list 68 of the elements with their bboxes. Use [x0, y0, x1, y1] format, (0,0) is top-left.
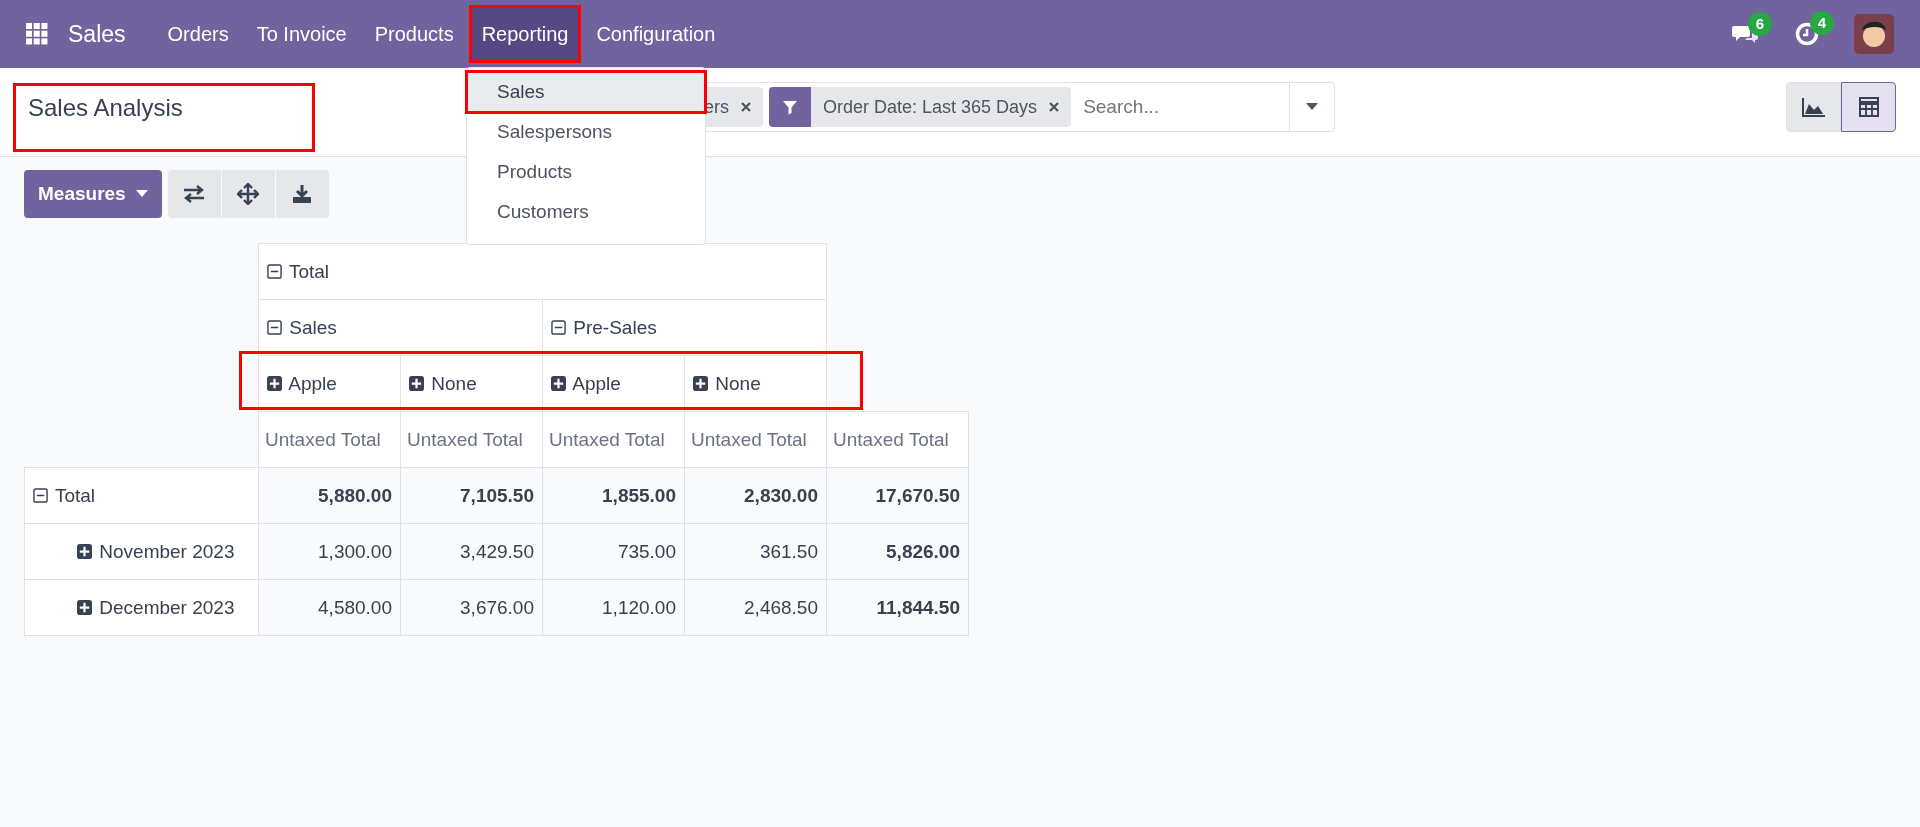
apps-grid-icon[interactable]: [26, 23, 48, 45]
page-title: Sales Analysis: [28, 94, 183, 121]
nav-menu-item[interactable]: To Invoice: [244, 6, 359, 62]
expand-all-button[interactable]: [221, 170, 275, 218]
clock-icon[interactable]: [1794, 21, 1820, 47]
remove-icon[interactable]: [741, 102, 751, 112]
table-cell: 2,468.50: [684, 579, 827, 636]
table-cell: 4,580.00: [258, 579, 401, 636]
expand-icon: [409, 375, 424, 391]
facet-label: Order Date: Last 365 Days: [823, 96, 1038, 118]
row-header[interactable]: November 2023: [24, 523, 259, 580]
measures-button[interactable]: Measures: [24, 170, 162, 218]
table-cell: 1,855.00: [542, 467, 685, 524]
dropdown-item[interactable]: Sales: [467, 72, 705, 112]
row-header[interactable]: Total: [24, 467, 259, 524]
table-cell: 5,826.00: [826, 523, 969, 580]
dropdown-item[interactable]: Salespersons: [467, 112, 705, 152]
filter-icon: [769, 87, 811, 127]
column-header[interactable]: Total: [258, 243, 827, 300]
table-grid-icon: [1857, 96, 1880, 118]
measure-header[interactable]: Untaxed Total: [542, 411, 685, 468]
notification-badge: 4: [1810, 11, 1834, 35]
table-cell: 2,830.00: [684, 467, 827, 524]
download-button[interactable]: [275, 170, 329, 218]
flip-axis-button[interactable]: [167, 170, 221, 218]
collapse-icon: [267, 263, 282, 279]
measure-header[interactable]: Untaxed Total: [258, 411, 401, 468]
nav-menu-item[interactable]: Products: [362, 6, 466, 62]
expand-icon: [693, 375, 708, 391]
nav-menu-item[interactable]: Orders: [155, 6, 241, 62]
table-cell: 3,429.50: [400, 523, 543, 580]
swap-arrows-icon: [183, 185, 206, 203]
caret-icon: [135, 190, 148, 198]
collapse-icon: [551, 319, 566, 335]
remove-icon[interactable]: [1049, 102, 1060, 112]
nav-menu-item[interactable]: Configuration: [584, 6, 728, 62]
measure-header[interactable]: Untaxed Total: [400, 411, 543, 468]
measure-header[interactable]: Untaxed Total: [684, 411, 827, 468]
table-cell: 1,300.00: [258, 523, 401, 580]
notification-badge: 6: [1748, 12, 1772, 36]
table-cell: 361.50: [684, 523, 827, 580]
pivot-view-button[interactable]: [1841, 82, 1896, 132]
area-chart-icon: [1801, 97, 1826, 117]
collapse-icon: [267, 319, 282, 335]
search-input[interactable]: Search...: [1077, 96, 1289, 118]
collapse-icon: [33, 487, 48, 503]
expand-icon: [551, 375, 566, 391]
download-icon: [292, 184, 313, 204]
row-header[interactable]: December 2023: [24, 579, 259, 636]
four-way-arrows-icon: [237, 183, 260, 205]
table-cell: 5,880.00: [258, 467, 401, 524]
dropdown-item[interactable]: Products: [467, 152, 705, 192]
measure-header[interactable]: Untaxed Total: [826, 411, 969, 468]
table-cell: 7,105.50: [400, 467, 543, 524]
table-cell: 735.00: [542, 523, 685, 580]
table-cell: 1,120.00: [542, 579, 685, 636]
table-cell: 17,670.50: [826, 467, 969, 524]
avatar[interactable]: [1854, 14, 1894, 54]
table-cell: 11,844.50: [826, 579, 969, 636]
dropdown-item[interactable]: Customers: [467, 192, 705, 232]
expand-icon: [77, 543, 92, 559]
caret-icon: [1306, 103, 1318, 111]
app-name[interactable]: Sales: [68, 20, 126, 48]
nav-menu-item[interactable]: Reporting: [469, 6, 581, 62]
graph-view-button[interactable]: [1786, 82, 1841, 132]
expand-icon: [77, 599, 92, 615]
table-cell: 3,676.00: [400, 579, 543, 636]
expand-icon: [267, 375, 282, 391]
